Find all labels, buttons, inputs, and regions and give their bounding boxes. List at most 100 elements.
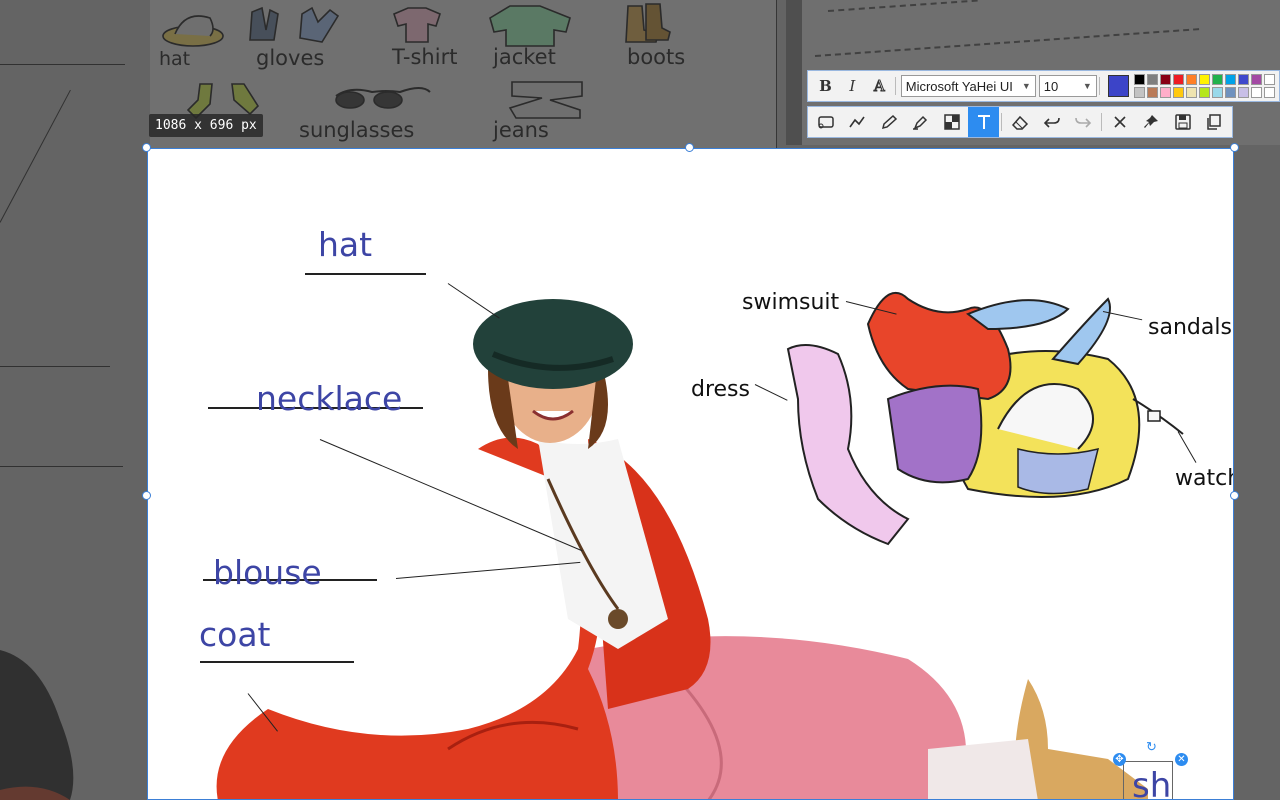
watch-face <box>1147 410 1161 422</box>
mosaic-icon <box>944 114 960 130</box>
palette-swatch[interactable] <box>1264 74 1276 85</box>
marker-icon <box>913 115 928 130</box>
annotation-toolbar <box>807 106 1233 138</box>
palette-swatch[interactable] <box>1147 87 1159 98</box>
text-annotation-box[interactable]: sh <box>1123 761 1173 799</box>
delete-text-icon[interactable]: ✕ <box>1175 753 1188 766</box>
mosaic-tool[interactable] <box>936 107 968 137</box>
palette-swatch[interactable] <box>1160 87 1172 98</box>
selection-handle-top-right[interactable] <box>1230 143 1239 152</box>
move-handle-icon[interactable]: ✥ <box>1113 753 1126 766</box>
palette-swatch[interactable] <box>1238 87 1250 98</box>
pin-icon <box>1144 115 1159 128</box>
text-icon <box>977 115 990 129</box>
palette-swatch[interactable] <box>1186 74 1198 85</box>
palette-swatch[interactable] <box>1134 74 1146 85</box>
girl-photo <box>216 291 1184 799</box>
font-family-select[interactable]: Microsoft YaHei UI ▼ <box>900 75 1036 97</box>
hat-answer-line <box>305 273 426 275</box>
rotate-handle-icon[interactable]: ↻ <box>1146 739 1157 755</box>
tshirt-clipart <box>393 7 441 43</box>
pink-dress <box>786 344 910 546</box>
rectangle-icon <box>818 116 834 129</box>
palette-swatch[interactable] <box>1199 74 1211 85</box>
label-dress: dress <box>691 377 750 402</box>
palette-swatch[interactable] <box>1199 87 1211 98</box>
font-size-select[interactable]: 10 ▼ <box>1038 75 1097 97</box>
background-rule <box>0 64 125 65</box>
selection-handle-middle-right[interactable] <box>1230 491 1239 500</box>
toolbar-separator <box>894 77 896 95</box>
redo-button[interactable] <box>1067 107 1099 137</box>
text-annotation-content[interactable]: sh <box>1132 766 1171 799</box>
label-coat[interactable]: coat <box>199 615 271 654</box>
label-blouse[interactable]: blouse <box>213 553 322 592</box>
label-hat[interactable]: hat <box>318 225 372 264</box>
polyline-tool[interactable] <box>842 107 874 137</box>
label-watch: watch <box>1175 466 1233 491</box>
rectangle-tool[interactable] <box>810 107 842 137</box>
copy-icon <box>1207 114 1222 130</box>
background-figure-left <box>0 650 74 800</box>
purple-dress <box>886 384 983 484</box>
bold-button[interactable]: B <box>812 73 839 99</box>
palette-swatch[interactable] <box>1134 87 1146 98</box>
palette-swatch[interactable] <box>1173 87 1185 98</box>
lace-sock <box>928 739 1038 799</box>
background-rule <box>0 366 110 367</box>
italic-button[interactable]: I <box>839 73 866 99</box>
copy-button[interactable] <box>1199 107 1231 137</box>
palette-swatch[interactable] <box>1173 74 1185 85</box>
background-rule <box>0 89 71 223</box>
palette-swatch[interactable] <box>1225 87 1237 98</box>
marker-tool[interactable] <box>905 107 937 137</box>
color-palette <box>1134 74 1276 98</box>
eraser-tool[interactable] <box>1004 107 1036 137</box>
palette-swatch[interactable] <box>1147 74 1159 85</box>
label-necklace[interactable]: necklace <box>256 379 402 418</box>
sunglasses-lens <box>373 91 403 109</box>
outline-text-button[interactable]: A <box>866 73 893 99</box>
eraser-icon <box>1012 115 1029 130</box>
pencil-tool[interactable] <box>873 107 905 137</box>
save-button[interactable] <box>1167 107 1199 137</box>
palette-swatch[interactable] <box>1212 74 1224 85</box>
boots-clipart <box>645 3 671 41</box>
palette-swatch[interactable] <box>1186 87 1198 98</box>
selection-handle-middle-left[interactable] <box>142 491 151 500</box>
socks-clipart <box>231 83 260 116</box>
necklace-pendant <box>608 609 628 629</box>
undo-icon <box>1043 117 1060 128</box>
label-sandals: sandals <box>1148 315 1232 340</box>
palette-swatch[interactable] <box>1212 87 1224 98</box>
palette-swatch[interactable] <box>1251 74 1263 85</box>
font-size-value: 10 <box>1043 78 1059 94</box>
jeans-clipart <box>508 81 583 119</box>
bag-pocket <box>1017 447 1100 495</box>
green-beret <box>473 299 633 389</box>
palette-swatch[interactable] <box>1160 74 1172 85</box>
jacket-clipart <box>489 5 571 47</box>
chevron-down-icon: ▼ <box>1082 81 1092 91</box>
pencil-icon <box>881 114 897 130</box>
palette-swatch[interactable] <box>1264 87 1276 98</box>
palette-swatch[interactable] <box>1225 74 1237 85</box>
cancel-capture-button[interactable] <box>1104 107 1136 137</box>
text-tool[interactable] <box>967 107 1000 137</box>
pin-button[interactable] <box>1135 107 1167 137</box>
capture-selection[interactable]: hat necklace blouse coat swimsuit sandal… <box>147 148 1234 800</box>
selection-handle-top-left[interactable] <box>142 143 151 152</box>
undo-button[interactable] <box>1036 107 1068 137</box>
redo-icon <box>1075 117 1092 128</box>
palette-swatch[interactable] <box>1251 87 1263 98</box>
hat-crown <box>174 15 214 37</box>
coat-answer-line <box>200 661 354 663</box>
label-swimsuit: swimsuit <box>742 290 840 315</box>
selection-handle-top-center[interactable] <box>685 143 694 152</box>
palette-swatch[interactable] <box>1238 74 1250 85</box>
gloves-clipart <box>249 6 279 41</box>
font-family-value: Microsoft YaHei UI <box>905 78 1013 94</box>
toolbar-separator <box>1100 113 1102 131</box>
current-color-swatch[interactable] <box>1107 75 1130 97</box>
text-format-toolbar: B I A Microsoft YaHei UI ▼ 10 ▼ <box>807 70 1280 102</box>
